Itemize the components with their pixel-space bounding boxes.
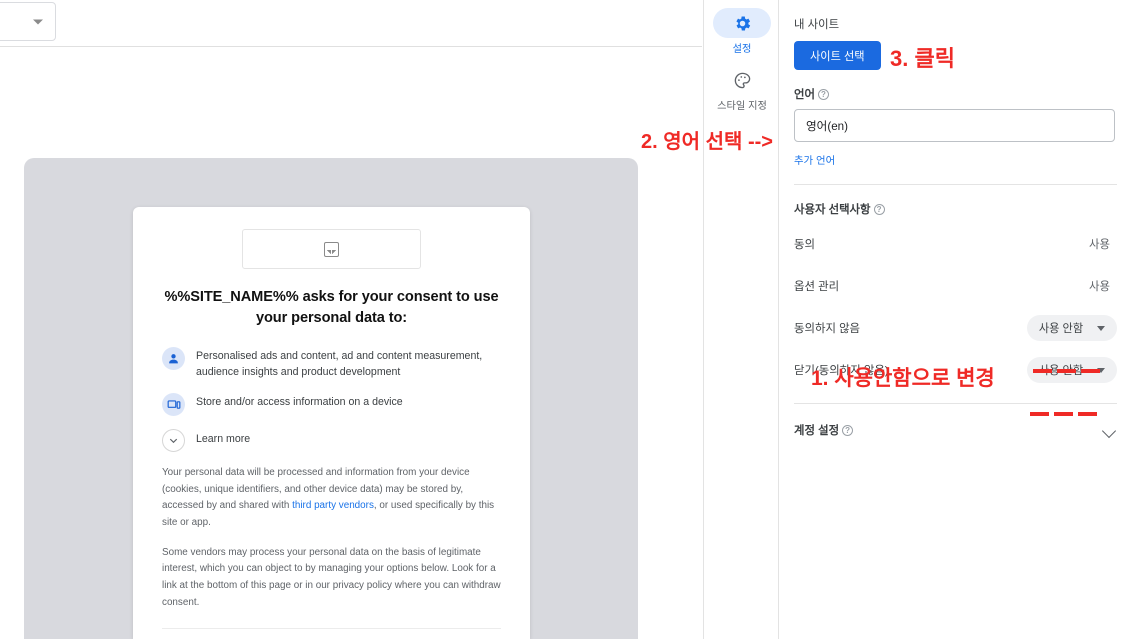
top-bar — [0, 0, 702, 47]
dash — [1078, 412, 1097, 416]
chevron-down-icon — [162, 429, 185, 453]
user-choices-section: 사용자 선택사항? 동의 사용 옵션 관리 사용 동의하지 않음 사용 안함 닫… — [794, 185, 1117, 385]
rail-pill — [713, 8, 771, 38]
image-placeholder-icon — [324, 241, 339, 257]
gear-icon — [735, 16, 750, 30]
language-selected-value: 영어(en) — [806, 119, 848, 133]
language-label-text: 언어 — [794, 89, 815, 101]
person-icon — [162, 347, 185, 371]
panel-divider-2 — [794, 403, 1117, 404]
option-row-consent: 동의 사용 — [794, 229, 1117, 259]
learn-more-label: Learn more — [196, 433, 251, 446]
device-icon — [162, 393, 185, 417]
annotation-underline-1 — [1033, 369, 1100, 373]
purpose-item-personalised-ads: Personalised ads and content, ad and con… — [162, 346, 501, 380]
add-language-link[interactable]: 추가 언어 — [794, 152, 835, 167]
chevron-down-icon — [33, 19, 43, 24]
help-icon[interactable]: ? — [817, 89, 829, 100]
screen-root: %%SITE_NAME%% asks for your consent to u… — [0, 0, 1131, 639]
logo-placeholder — [242, 229, 421, 269]
chevron-down-icon[interactable] — [1104, 424, 1117, 437]
annotation-step-2: 2. 영어 선택 --> — [641, 131, 773, 153]
rail-item-label: 설정 — [732, 44, 752, 55]
purpose-list: Personalised ads and content, ad and con… — [162, 346, 501, 453]
language-select[interactable]: 영어(en) — [794, 109, 1115, 142]
annotation-step-3: 3. 클릭 — [890, 46, 955, 71]
option-name: 옵션 관리 — [794, 281, 840, 293]
settings-panel: 내 사이트 사이트 선택 언어? 영어(en) 추가 언어 사용자 선택사항? … — [780, 0, 1131, 639]
option-row-manage-options: 옵션 관리 사용 — [794, 271, 1117, 301]
account-settings-section[interactable]: 계정 설정? — [794, 422, 1117, 438]
user-choices-label: 사용자 선택사항? — [794, 201, 1117, 217]
my-site-label: 내 사이트 — [794, 19, 840, 31]
rail-pill — [713, 65, 771, 95]
top-left-dropdown[interactable] — [0, 2, 56, 41]
purpose-item-store-access: Store and/or access information on a dev… — [162, 392, 501, 417]
rail-item-settings[interactable]: 설정 — [704, 8, 780, 55]
consent-title: %%SITE_NAME%% asks for your consent to u… — [164, 289, 499, 326]
language-field: 영어(en) — [794, 109, 1117, 142]
option-value: 사용 — [1089, 281, 1110, 293]
third-party-vendors-link[interactable]: third party vendors — [292, 500, 374, 511]
annotation-underline-2 — [1030, 412, 1097, 416]
help-icon[interactable]: ? — [842, 425, 854, 436]
rail-item-styling[interactable]: 스타일 지정 — [704, 65, 780, 112]
consent-paragraph-2: Some vendors may process your personal d… — [162, 546, 501, 608]
purpose-item-label: Personalised ads and content, ad and con… — [196, 350, 483, 378]
consent-paragraph-1: Your personal data will be processed and… — [162, 465, 501, 532]
option-row-do-not-consent: 동의하지 않음 사용 안함 — [794, 313, 1117, 343]
option-name: 동의하지 않음 — [794, 323, 861, 335]
palette-icon — [734, 72, 750, 88]
help-icon[interactable]: ? — [873, 204, 885, 215]
chevron-down-icon — [1097, 325, 1106, 331]
option-name: 동의 — [794, 239, 815, 251]
dash — [1081, 369, 1100, 373]
language-label: 언어? — [794, 86, 1117, 102]
dash — [1054, 412, 1073, 416]
rail-item-label: 스타일 지정 — [717, 101, 767, 112]
preview-stage: %%SITE_NAME%% asks for your consent to u… — [24, 158, 638, 639]
dash — [1057, 369, 1076, 373]
option-value: 사용 — [1089, 239, 1110, 251]
settings-rail: 설정 스타일 지정 — [703, 0, 779, 639]
account-settings-label: 계정 설정? — [794, 422, 854, 438]
consent-dialog: %%SITE_NAME%% asks for your consent to u… — [133, 207, 530, 639]
annotation-step-1: 1. 사용안함으로 변경 — [811, 367, 995, 390]
my-site-section: 내 사이트 사이트 선택 — [794, 0, 1117, 70]
purpose-item-label: Store and/or access information on a dev… — [196, 396, 403, 409]
account-settings-label-text: 계정 설정 — [794, 425, 840, 437]
do-not-consent-dropdown[interactable]: 사용 안함 — [1027, 315, 1117, 341]
user-choices-label-text: 사용자 선택사항 — [794, 204, 871, 216]
chip-value: 사용 안함 — [1038, 323, 1084, 335]
dash — [1033, 369, 1052, 373]
select-site-button[interactable]: 사이트 선택 — [794, 41, 881, 70]
language-section: 언어? 영어(en) 추가 언어 — [794, 70, 1117, 169]
dialog-divider — [162, 628, 501, 630]
learn-more-row[interactable]: Learn more — [162, 428, 501, 453]
dash — [1030, 412, 1049, 416]
